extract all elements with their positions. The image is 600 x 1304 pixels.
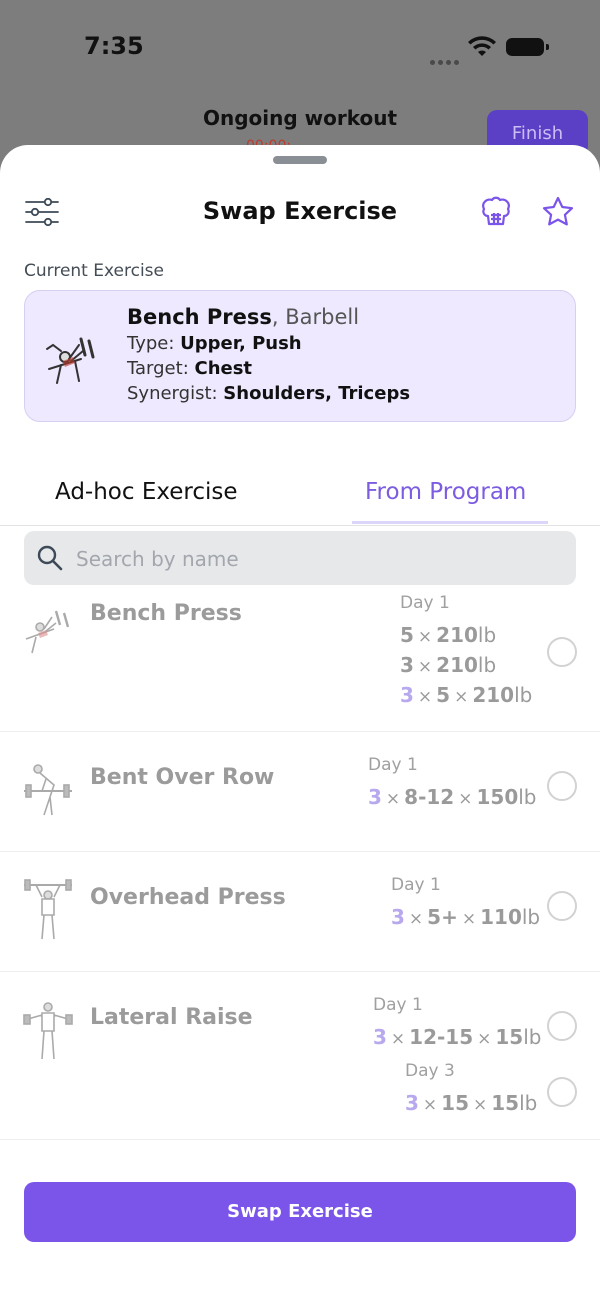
- set-line: 3 × 210lb: [400, 653, 497, 677]
- bench-press-figure-icon: [25, 610, 70, 654]
- current-exercise-name: Bench Press: [127, 305, 272, 329]
- type-value: Upper, Push: [180, 333, 302, 354]
- select-radio[interactable]: [547, 1077, 577, 1107]
- swap-exercise-sheet: Swap Exercise Current Exercise Bench Pre…: [0, 145, 600, 1304]
- set-line: 3 × 8-12 × 150lb: [368, 785, 537, 809]
- program-day: Day 3: [405, 1061, 455, 1081]
- status-time: 7:35: [84, 32, 144, 60]
- select-radio[interactable]: [547, 771, 577, 801]
- set-line: 3 × 5+ × 110lb: [391, 905, 541, 929]
- current-exercise-label: Current Exercise: [24, 261, 164, 281]
- exercise-source-tabs: Ad-hoc Exercise From Program: [0, 465, 600, 526]
- set-line: 5 × 210lb: [400, 623, 497, 647]
- search-input[interactable]: [74, 531, 558, 587]
- set-line: 3 × 12-15 × 15lb: [373, 1025, 542, 1049]
- target-value: Chest: [194, 358, 253, 379]
- tab-from-program[interactable]: From Program: [365, 479, 526, 505]
- current-exercise-card: Bench Press, Barbell Type: Upper, Push T…: [24, 290, 576, 422]
- exercise-row[interactable]: Bench Press Day 1 5 × 210lb 3 × 210lb 3 × 5 × 21…: [0, 585, 600, 732]
- type-label: Type:: [127, 333, 181, 354]
- exercise-row[interactable]: Overhead Press Day 1 3 × 5+ × 110lb: [0, 851, 600, 972]
- select-radio[interactable]: [547, 1011, 577, 1041]
- status-bar: 7:35: [0, 0, 600, 100]
- exercise-row[interactable]: Lateral Raise Day 1 3 × 12-15 × 15lb Day 3 3…: [0, 971, 600, 1140]
- swap-exercise-button[interactable]: Swap Exercise: [24, 1182, 576, 1242]
- program-day: Day 1: [373, 995, 423, 1015]
- set-line: 3 × 15 × 15lb: [405, 1091, 538, 1115]
- exercise-name: Lateral Raise: [90, 1005, 253, 1030]
- tab-adhoc-exercise[interactable]: Ad-hoc Exercise: [55, 479, 238, 505]
- bent-over-row-figure-icon: [24, 764, 72, 816]
- active-tab-indicator: [352, 521, 548, 524]
- overhead-press-figure-icon: [24, 879, 72, 940]
- sheet-drag-handle[interactable]: [273, 156, 327, 164]
- select-radio[interactable]: [547, 891, 577, 921]
- target-label: Target:: [127, 358, 195, 379]
- program-day: Day 1: [400, 593, 450, 613]
- synergist-label: Synergist:: [127, 383, 224, 404]
- current-exercise-equipment: , Barbell: [271, 305, 360, 329]
- set-line: 3 × 5 × 210lb: [400, 683, 533, 707]
- search-icon: [37, 545, 63, 571]
- exercise-name: Bench Press: [90, 601, 242, 626]
- lateral-raise-figure-icon: [23, 1002, 73, 1060]
- bench-press-figure-icon: [46, 337, 95, 384]
- exercise-row[interactable]: Bent Over Row Day 1 3 × 8-12 × 150lb: [0, 731, 600, 852]
- exercise-name: Overhead Press: [90, 885, 286, 910]
- exercise-list: Bench Press Day 1 5 × 210lb 3 × 210lb 3 × 5 × 21…: [0, 585, 600, 1177]
- synergist-value: Shoulders, Triceps: [223, 383, 411, 404]
- star-icon[interactable]: [540, 195, 576, 229]
- search-bar: [24, 531, 576, 587]
- battery-icon: [506, 38, 549, 56]
- select-radio[interactable]: [547, 637, 577, 667]
- signal-icon: [430, 50, 462, 69]
- exercise-name: Bent Over Row: [90, 765, 275, 790]
- muscle-map-icon[interactable]: [478, 195, 514, 229]
- program-day: Day 1: [391, 875, 441, 895]
- program-day: Day 1: [368, 755, 418, 775]
- wifi-icon: [468, 36, 496, 56]
